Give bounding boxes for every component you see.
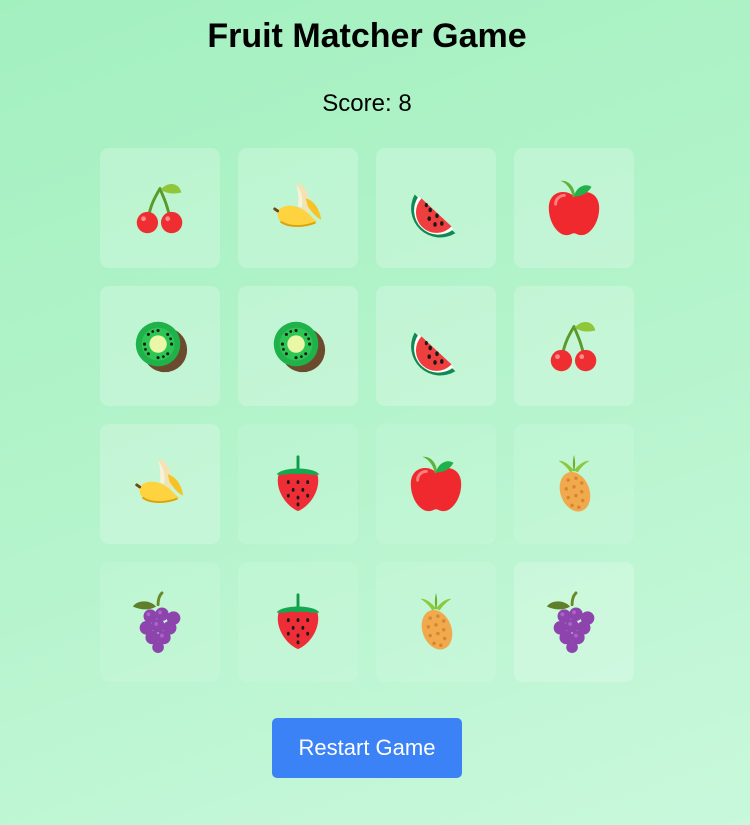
banana-icon <box>129 453 191 515</box>
card-pineapple[interactable] <box>376 562 496 682</box>
kiwi-icon <box>129 315 191 377</box>
card-pineapple[interactable] <box>514 424 634 544</box>
pineapple-icon <box>543 453 605 515</box>
card-watermelon[interactable] <box>376 148 496 268</box>
card-strawberry[interactable] <box>238 424 358 544</box>
card-watermelon[interactable] <box>376 286 496 406</box>
card-grapes[interactable] <box>100 562 220 682</box>
card-cherries[interactable] <box>100 148 220 268</box>
cherries-icon <box>543 315 605 377</box>
score-display: Score: 8 <box>322 90 412 117</box>
card-cherries[interactable] <box>514 286 634 406</box>
card-kiwi[interactable] <box>238 286 358 406</box>
card-strawberry[interactable] <box>238 562 358 682</box>
watermelon-icon <box>405 315 467 377</box>
game-board <box>100 148 634 682</box>
banana-icon <box>267 177 329 239</box>
card-apple[interactable] <box>376 424 496 544</box>
cherries-icon <box>129 177 191 239</box>
grapes-icon <box>543 591 605 653</box>
grapes-icon <box>129 591 191 653</box>
card-apple[interactable] <box>514 148 634 268</box>
card-banana[interactable] <box>238 148 358 268</box>
strawberry-icon <box>267 591 329 653</box>
kiwi-icon <box>267 315 329 377</box>
apple-icon <box>543 177 605 239</box>
apple-icon <box>405 453 467 515</box>
strawberry-icon <box>267 453 329 515</box>
card-grapes[interactable] <box>514 562 634 682</box>
card-kiwi[interactable] <box>100 286 220 406</box>
card-banana[interactable] <box>100 424 220 544</box>
restart-game-button[interactable]: Restart Game <box>272 718 462 778</box>
watermelon-icon <box>405 177 467 239</box>
pineapple-icon <box>405 591 467 653</box>
page-title: Fruit Matcher Game <box>207 17 527 55</box>
